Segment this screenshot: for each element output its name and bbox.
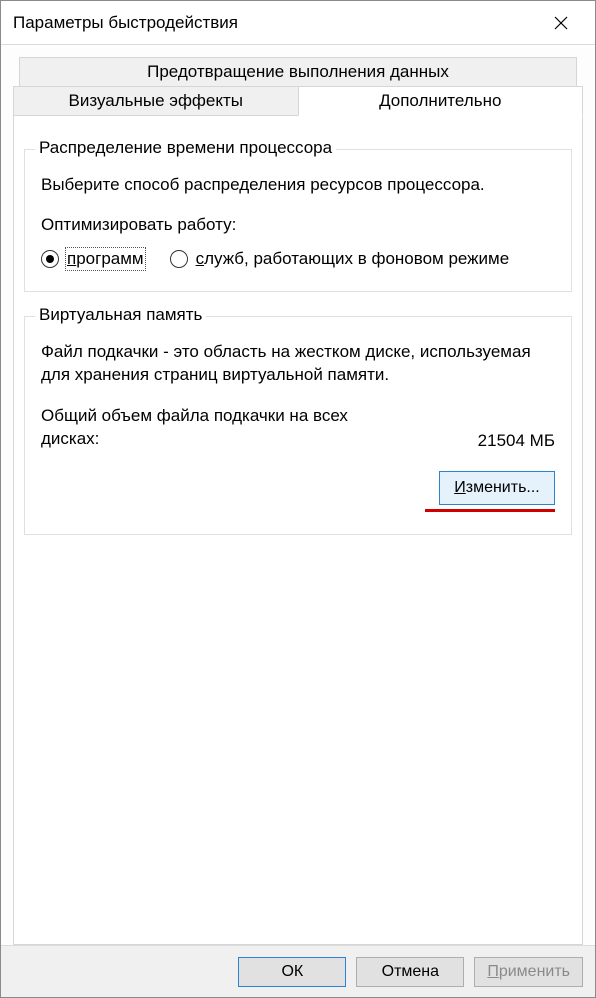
radio-services-label: служб, работающих в фоновом режиме bbox=[196, 249, 510, 269]
virtual-memory-desc: Файл подкачки - это область на жестком д… bbox=[41, 341, 555, 387]
tab-strip: Предотвращение выполнения данных Визуаль… bbox=[13, 57, 583, 116]
processor-scheduling-legend: Распределение времени процессора bbox=[35, 138, 336, 158]
dialog-footer: ОК Отмена Применить bbox=[1, 945, 595, 997]
processor-scheduling-group: Распределение времени процессора Выберит… bbox=[24, 149, 572, 292]
paging-file-total-value: 21504 МБ bbox=[478, 431, 555, 451]
performance-options-dialog: Параметры быстродействия Предотвращение … bbox=[0, 0, 596, 998]
close-icon bbox=[554, 16, 568, 30]
tab-visual-effects[interactable]: Визуальные эффекты bbox=[13, 86, 298, 116]
window-title: Параметры быстродействия bbox=[13, 13, 539, 33]
paging-file-total-row: Общий объем файла подкачки на всех диска… bbox=[41, 405, 555, 451]
cancel-button[interactable]: Отмена bbox=[356, 957, 464, 987]
optimize-radio-group: программ служб, работающих в фоновом реж… bbox=[41, 249, 555, 269]
radio-programs[interactable]: программ bbox=[41, 249, 144, 269]
titlebar: Параметры быстродействия bbox=[1, 1, 595, 45]
annotation-underline bbox=[425, 509, 555, 512]
apply-button[interactable]: Применить bbox=[474, 957, 583, 987]
radio-icon bbox=[170, 250, 188, 268]
close-button[interactable] bbox=[539, 1, 583, 45]
tab-panel-advanced: Распределение времени процессора Выберит… bbox=[13, 115, 583, 945]
paging-file-total-label: Общий объем файла подкачки на всех диска… bbox=[41, 405, 371, 451]
virtual-memory-legend: Виртуальная память bbox=[35, 305, 206, 325]
change-button[interactable]: Изменить... bbox=[439, 471, 555, 505]
content-area: Предотвращение выполнения данных Визуаль… bbox=[1, 45, 595, 945]
tab-advanced[interactable]: Дополнительно bbox=[298, 86, 584, 116]
optimize-label: Оптимизировать работу: bbox=[41, 215, 555, 235]
radio-programs-label: программ bbox=[67, 249, 144, 269]
radio-background-services[interactable]: служб, работающих в фоновом режиме bbox=[170, 249, 510, 269]
tab-dep[interactable]: Предотвращение выполнения данных bbox=[19, 57, 577, 86]
virtual-memory-group: Виртуальная память Файл подкачки - это о… bbox=[24, 316, 572, 535]
ok-button[interactable]: ОК bbox=[238, 957, 346, 987]
processor-scheduling-desc: Выберите способ распределения ресурсов п… bbox=[41, 174, 555, 197]
radio-icon bbox=[41, 250, 59, 268]
